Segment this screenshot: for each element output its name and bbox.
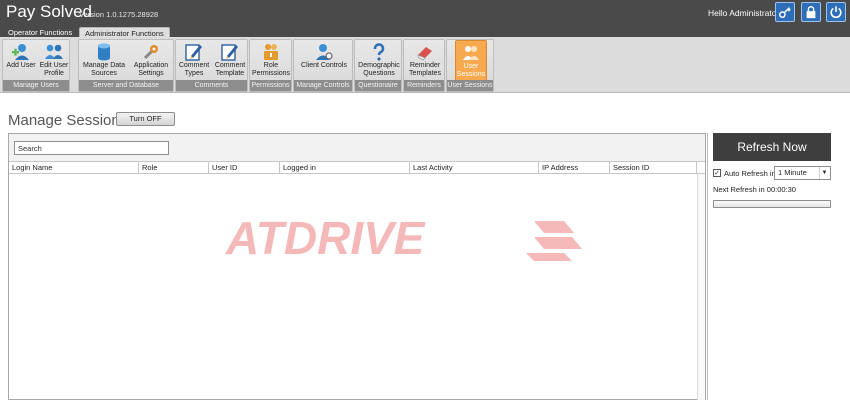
group-label-permissions: Permissions [250,80,291,91]
role-permissions-label: Role Permissions [251,62,291,77]
comment-types-button[interactable]: Comment Types [177,40,211,82]
group-label-questionaire: Questionaire [355,80,401,91]
auto-refresh-row: ✓ Auto Refresh in [713,167,776,179]
refresh-progress-bar [713,200,831,208]
key-button[interactable] [775,2,795,22]
group-label-reminders: Reminders [404,80,444,91]
column-logged-in[interactable]: Logged in [280,162,410,174]
title-bar: Pay Solved Version 1.0.1275.28928 Hello … [0,0,850,25]
column-role[interactable]: Role [139,162,209,174]
ribbon-group-manage-controls: Client Controls Manage Controls [293,39,353,92]
auto-refresh-label: Auto Refresh in [724,168,776,178]
demographic-questions-button[interactable]: Demographic Questions [356,40,402,82]
auto-refresh-checkbox[interactable]: ✓ [713,169,721,177]
lock-people-icon [264,44,278,60]
group-label-manage-controls: Manage Controls [294,80,352,91]
user-sessions-icon [463,46,479,60]
lock-button[interactable] [801,2,821,22]
comment-types-label: Comment Types [178,62,210,77]
client-controls-button[interactable]: Client Controls [296,40,352,82]
app-version: Version 1.0.1275.28928 [79,10,159,19]
user-gear-icon [316,44,333,60]
application-settings-button[interactable]: Application Settings [129,40,173,82]
wrench-icon [143,45,158,60]
column-login-name[interactable]: Login Name [9,162,139,174]
sessions-grid: Login Name Role User ID Logged in Last A… [8,133,706,400]
column-session-id[interactable]: Session ID [610,162,697,174]
function-tabs: Operator Functions Administrator Functio… [0,25,850,38]
watermark-stripe [526,253,572,261]
watermark-stripe [534,237,582,249]
grid-toolbar [9,134,705,162]
group-label-comments: Comments [176,80,247,91]
database-icon [98,43,110,61]
chevron-down-icon: ▼ [819,167,829,179]
turn-off-button[interactable]: Turn OFF [116,112,175,126]
group-label-user-sessions: User Sessions [447,80,493,91]
ribbon-group-server-and-database: Manage Data Sources Application Settings S… [78,39,174,92]
atdrive-watermark: ATDRIVE [225,213,582,263]
watermark-text: ATDRIVE [225,213,426,263]
ribbon-group-manage-users: Add User Edit User Profile Manage Users [2,39,70,92]
eraser-icon [417,47,432,61]
panel-divider [707,133,708,400]
edit-user-icon [45,44,63,59]
demographic-questions-label: Demographic Questions [358,62,400,77]
add-user-button[interactable]: Add User [5,40,37,82]
group-label-manage-users: Manage Users [3,80,69,91]
next-refresh-text: Next Refresh in 00:00:30 [713,185,796,194]
check-icon: ✓ [714,169,720,177]
group-label-server-and-database: Server and Database [79,80,173,91]
add-user-label: Add User [6,62,36,69]
manage-data-sources-button[interactable]: Manage Data Sources [81,40,127,82]
pencil-icon [185,44,202,61]
pencil-icon [221,44,238,61]
power-button[interactable] [826,2,846,22]
column-ip-address[interactable]: IP Address [539,162,610,174]
ribbon-group-user-sessions: User Sessions User Sessions [446,39,494,92]
edit-user-profile-label: Edit User Profile [39,62,69,77]
comment-template-button[interactable]: Comment Template [213,40,247,82]
grid-header: Login Name Role User ID Logged in Last A… [9,162,705,174]
ribbon-group-questionaire: Demographic Questions Questionaire [354,39,402,92]
ribbon-group-reminders: Reminder Templates Reminders [403,39,445,92]
watermark-stripe [534,221,574,233]
column-last-activity[interactable]: Last Activity [410,162,539,174]
reminder-templates-label: Reminder Templates [409,62,441,77]
comment-template-label: Comment Template [214,62,246,77]
reminder-templates-button[interactable]: Reminder Templates [405,40,445,82]
search-input[interactable] [14,141,169,155]
page-title: Manage Sessions [8,112,128,129]
manage-data-sources-label: Manage Data Sources [82,62,126,77]
refresh-now-button[interactable]: Refresh Now [713,133,831,161]
edit-user-profile-button[interactable]: Edit User Profile [39,40,69,82]
refresh-interval-select[interactable]: 1 Minute ▼ [774,166,831,180]
refresh-interval-value: 1 Minute [778,168,807,177]
client-controls-label: Client Controls [301,62,347,69]
column-user-id[interactable]: User ID [209,162,280,174]
power-icon [830,6,842,19]
lock-icon [806,6,816,19]
user-sessions-label: User Sessions [456,63,486,78]
application-settings-label: Application Settings [133,62,169,77]
user-sessions-button[interactable]: User Sessions [455,40,487,82]
ribbon-group-permissions: Role Permissions Permissions [249,39,292,92]
ribbon-group-comments: Comment Types Comment Template Comments [175,39,248,92]
ribbon: Add User Edit User Profile Manage Users M… [0,37,850,93]
question-icon [373,43,385,61]
role-permissions-button[interactable]: Role Permissions [251,40,291,82]
grid-scrollbar[interactable] [697,174,705,400]
add-user-icon [12,44,29,60]
greeting: Hello Administrator [708,8,780,18]
key-icon [779,7,791,18]
